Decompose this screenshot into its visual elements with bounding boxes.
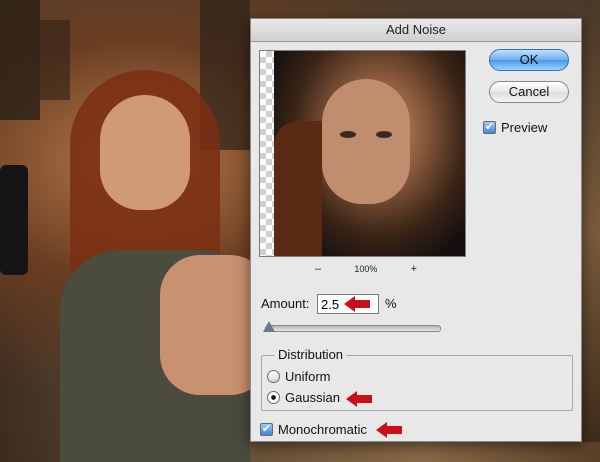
- amount-label: Amount:: [261, 296, 310, 311]
- annotation-arrow-icon: [376, 422, 402, 438]
- add-noise-dialog: Add Noise – 100% + OK Cancel ✔ Preview A…: [250, 18, 582, 442]
- preview-checkbox[interactable]: ✔: [483, 121, 496, 134]
- amount-unit: %: [385, 296, 397, 311]
- amount-slider-track[interactable]: [265, 325, 441, 332]
- uniform-radio[interactable]: [267, 370, 280, 383]
- gaussian-label: Gaussian: [285, 390, 340, 405]
- gaussian-radio[interactable]: [267, 391, 280, 404]
- zoom-controls: – 100% +: [311, 263, 421, 275]
- zoom-in-button[interactable]: +: [407, 263, 421, 275]
- amount-slider-thumb[interactable]: [263, 321, 275, 332]
- ok-button[interactable]: OK: [489, 49, 569, 71]
- annotation-arrow-icon: [346, 391, 372, 407]
- distribution-title: Distribution: [275, 347, 347, 362]
- gun-shape: [0, 165, 28, 275]
- cancel-button[interactable]: Cancel: [489, 81, 569, 103]
- zoom-out-button[interactable]: –: [311, 263, 325, 275]
- monochromatic-checkbox[interactable]: ✔: [260, 423, 273, 436]
- filter-preview[interactable]: [259, 50, 466, 257]
- dialog-title[interactable]: Add Noise: [251, 19, 581, 42]
- uniform-label: Uniform: [285, 369, 331, 384]
- preview-label: Preview: [501, 120, 548, 135]
- annotation-arrow-icon: [344, 296, 370, 312]
- monochromatic-label: Monochromatic: [278, 422, 367, 437]
- zoom-level: 100%: [354, 264, 378, 274]
